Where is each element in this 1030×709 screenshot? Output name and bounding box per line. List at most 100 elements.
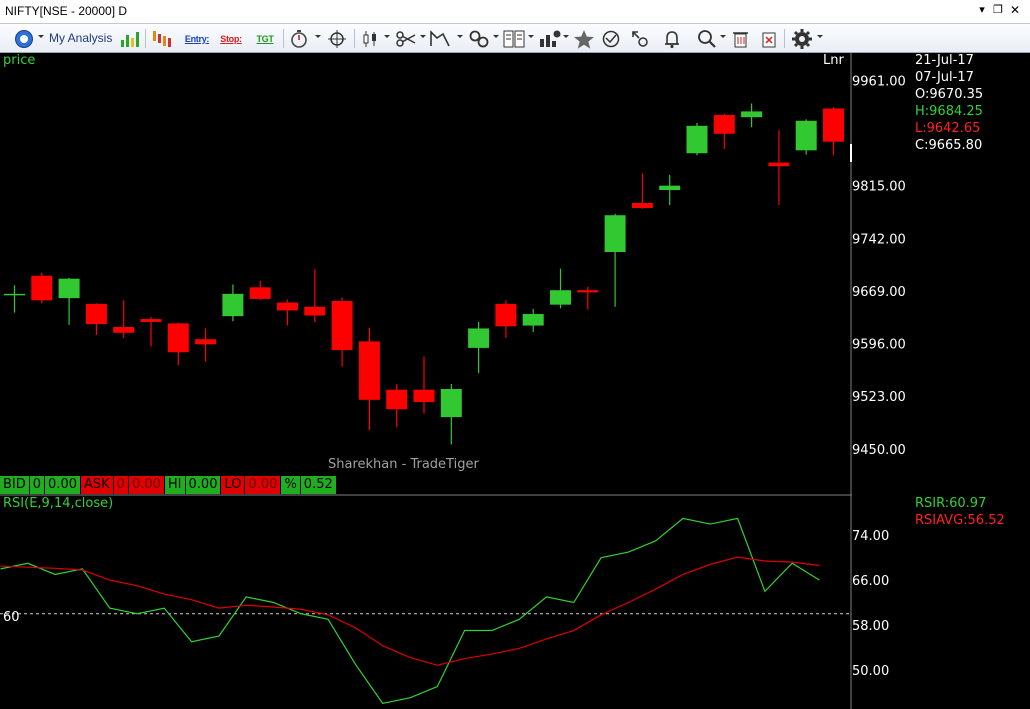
window-titlebar: NIFTY[NSE - 20000] D ▾ ❐ ✕: [0, 0, 1030, 24]
rsi-value: RSIR:60.97: [915, 496, 987, 511]
candle-body: [631, 202, 653, 209]
hi-key: HI: [164, 476, 186, 494]
rsi-panel-label: RSI(E,9,14,close): [3, 496, 114, 511]
chart-bars-icon[interactable]: [119, 26, 141, 51]
candle-body: [140, 319, 162, 322]
price-panel-label: price: [3, 53, 36, 68]
refresh-icon[interactable]: [599, 26, 623, 51]
restore-icon[interactable]: ❐: [991, 3, 1005, 19]
candle-body: [113, 326, 135, 333]
ask-key: ASK: [81, 476, 114, 494]
rsi-tick-label: 50.00: [852, 664, 889, 679]
delete-icon[interactable]: [730, 26, 752, 51]
candle-body: [58, 278, 80, 299]
candle-body: [413, 389, 435, 402]
candle-body: [495, 303, 517, 327]
lo-key: LO: [221, 476, 246, 494]
candle-body: [331, 301, 353, 351]
candle-body: [31, 275, 53, 301]
quote-bar: BID 0 0.00 ASK 0 0.00 HI 0.00 LO 0.00 % …: [0, 476, 337, 494]
star-icon[interactable]: [572, 26, 596, 51]
candle-body: [386, 389, 408, 410]
book-icon[interactable]: [501, 26, 527, 51]
arrow-tool-icon[interactable]: [629, 26, 651, 51]
candle-body: [167, 323, 189, 353]
analysis-circle-icon[interactable]: [13, 26, 35, 51]
candle-body: [522, 314, 544, 326]
candle-body: [440, 389, 462, 418]
candle-body: [604, 215, 626, 253]
rsi-reference-label: 60: [3, 610, 20, 625]
hi-value: 0.00: [185, 476, 222, 494]
date-cursor: 07-Jul-17: [915, 70, 974, 85]
stopwatch-icon[interactable]: [288, 26, 310, 51]
scissors-icon[interactable]: [394, 26, 418, 51]
candle-body: [686, 125, 708, 154]
candle-body: [823, 108, 844, 142]
ask-qty: 0: [113, 476, 129, 494]
candle-body: [195, 339, 217, 345]
drawing-icon[interactable]: [428, 26, 452, 51]
info-panel: 9450.00 9523.00 9596.00 9669.00 9742.00 9815.…: [852, 53, 1030, 709]
candle-body: [358, 341, 380, 400]
bell-icon[interactable]: [661, 26, 683, 51]
entry-button[interactable]: Entry:: [184, 26, 210, 51]
candle-body: [85, 303, 107, 325]
chart-toolbar: Entry: Stop: TGT: [0, 24, 1030, 53]
rsi-tick-label: 58.00: [852, 619, 889, 634]
price-tick-label: 9742.00: [852, 232, 906, 247]
candle-body: [277, 302, 298, 311]
link-icon[interactable]: [467, 26, 491, 51]
rsi-tick-label: 74.00: [852, 529, 889, 544]
alert-bars-icon[interactable]: [150, 26, 174, 51]
low-value: L:9642.65: [915, 121, 981, 136]
scale-mode-toggle[interactable]: Lnr: [823, 53, 844, 68]
price-tick-label: 9523.00: [852, 390, 906, 405]
price-tick-label: 9596.00: [852, 338, 906, 353]
candle-body: [550, 290, 571, 305]
candle: [795, 119, 817, 155]
price-tick-label: 9961.00: [852, 74, 906, 89]
high-value: H:9684.25: [915, 104, 983, 119]
open-value: O:9670.35: [915, 87, 984, 102]
candle-body: [249, 287, 271, 299]
crosshair-icon[interactable]: [326, 26, 348, 51]
close-icon[interactable]: ✕: [1008, 3, 1022, 19]
ask-price: 0.00: [128, 476, 165, 494]
price-tick-label: 9669.00: [852, 285, 906, 300]
lo-value: 0.00: [245, 476, 282, 494]
indicator-icon[interactable]: [537, 26, 563, 51]
analysis-dropdown-icon[interactable]: [38, 35, 44, 38]
candle-body: [659, 185, 681, 190]
candle-body: [304, 306, 326, 316]
settings-gear-icon[interactable]: [790, 26, 814, 51]
candle: [686, 122, 708, 156]
clear-icon[interactable]: [758, 26, 780, 51]
candle-body: [468, 328, 490, 348]
candle-body: [4, 293, 25, 296]
date-current: 21-Jul-17: [915, 53, 974, 68]
close-value: C:9665.80: [915, 138, 983, 153]
candle: [31, 272, 53, 304]
target-button[interactable]: TGT: [253, 26, 277, 51]
my-analysis-button[interactable]: My Analysis: [49, 31, 112, 45]
pct-key: %: [281, 476, 301, 494]
candle-body: [768, 162, 790, 167]
price-tick-label: 9815.00: [852, 180, 906, 195]
price-tick-label: 9450.00: [852, 443, 906, 458]
stop-button[interactable]: Stop:: [218, 26, 244, 51]
candle-icon[interactable]: [360, 26, 382, 51]
pct-value: 0.52: [300, 476, 337, 494]
candle-body: [713, 115, 735, 134]
rsi-avg-value: RSIAVG:56.52: [915, 513, 1005, 528]
candle-body: [795, 120, 817, 151]
bid-qty: 0: [29, 476, 46, 494]
rsi-tick-label: 66.00: [852, 574, 889, 589]
bid-price: 0.00: [45, 476, 81, 494]
zoom-icon[interactable]: [695, 26, 719, 51]
last-price-label: 9873.30: [853, 147, 907, 162]
minimize-icon[interactable]: ▾: [975, 3, 989, 19]
candle-body: [222, 293, 244, 317]
chart-plot-area[interactable]: [0, 53, 852, 709]
watermark: Sharekhan - TradeTiger: [328, 457, 479, 472]
